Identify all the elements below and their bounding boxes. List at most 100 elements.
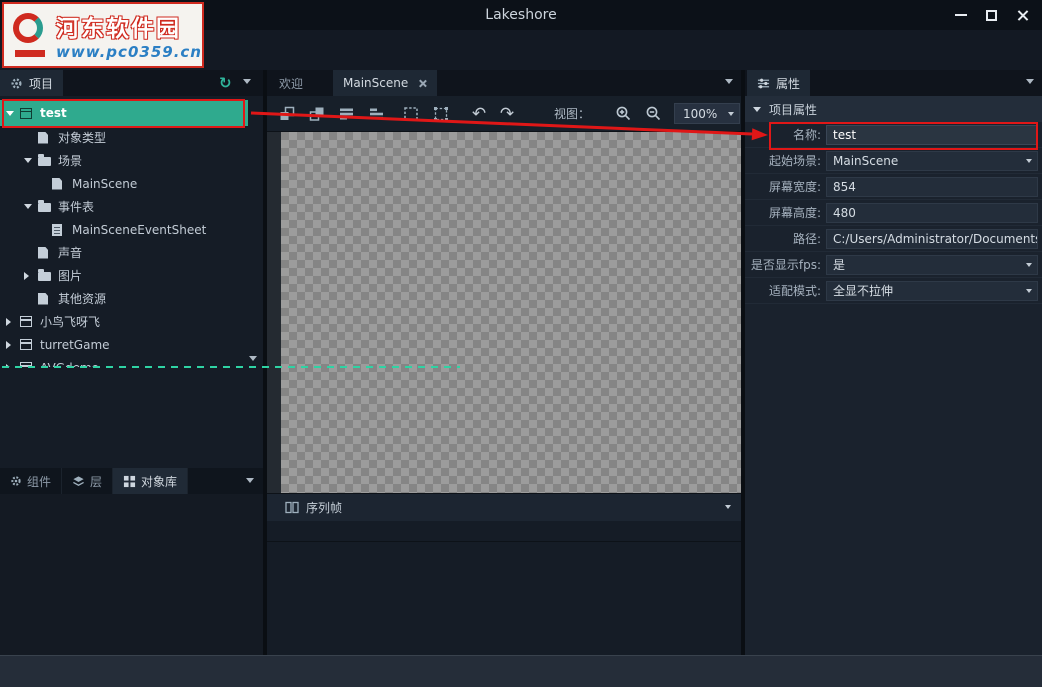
property-row-start-scene: 起始场景: MainScene: [745, 148, 1042, 174]
gear-icon: [11, 77, 22, 89]
minimize-icon: [954, 14, 967, 16]
tree-item-other-resources[interactable]: 其他资源: [0, 287, 248, 310]
close-button[interactable]: [1007, 0, 1038, 30]
tree-item-turretgame[interactable]: turretGame: [0, 333, 248, 356]
window-controls: [945, 0, 1038, 30]
tab-components[interactable]: 组件: [0, 468, 63, 494]
tab-welcome[interactable]: 欢迎: [269, 70, 313, 96]
show-fps-dropdown[interactable]: 是: [826, 254, 1038, 275]
screen-height-field[interactable]: 480: [826, 202, 1038, 223]
tree-scroll-down-icon[interactable]: [249, 356, 257, 361]
tree-item-label: MainScene: [72, 176, 138, 191]
tree-item-label: turretGame: [40, 337, 110, 352]
tab-layers[interactable]: 层: [62, 468, 114, 494]
redo-icon[interactable]: ↷: [496, 103, 518, 125]
tree-item-label: 小鸟飞呀飞: [40, 315, 101, 329]
maximize-button[interactable]: [976, 0, 1007, 30]
tree-item-eventsheets-folder[interactable]: 事件表: [0, 195, 248, 218]
file-icon: [38, 292, 56, 305]
scene-tab-list-dropdown-icon[interactable]: [725, 79, 733, 84]
tree-item-bird-project[interactable]: 小鸟飞呀飞: [0, 310, 248, 333]
logo-site-url: www.pc0359.cn: [56, 43, 202, 61]
caret-down-icon[interactable]: [24, 204, 38, 209]
tree-item-mainscene[interactable]: MainScene: [0, 172, 248, 195]
project-tab-dropdown-icon[interactable]: [243, 79, 251, 84]
frames-dropdown-icon[interactable]: [725, 505, 731, 509]
folder-icon: [38, 154, 56, 166]
screen-width-field[interactable]: 854: [826, 176, 1038, 197]
canvas-area[interactable]: [267, 132, 741, 493]
transparent-canvas[interactable]: [281, 132, 741, 493]
zoom-in-icon[interactable]: [612, 103, 634, 125]
caret-right-icon[interactable]: [24, 271, 38, 280]
property-label: 路径:: [792, 232, 821, 246]
refresh-icon[interactable]: ↻: [219, 73, 232, 93]
frames-divider: [267, 541, 741, 542]
project-icon: [20, 316, 38, 327]
maximize-icon: [986, 9, 997, 21]
tree-item-avgdemo[interactable]: AVGdemo: [0, 356, 248, 367]
caret-right-icon[interactable]: [6, 317, 20, 326]
bring-forward-icon[interactable]: [306, 103, 328, 125]
property-row-name: 名称: test: [745, 122, 1042, 148]
tree-item-images-folder[interactable]: 图片: [0, 264, 248, 287]
send-backward-icon[interactable]: [276, 103, 298, 125]
tab-properties[interactable]: 属性: [747, 70, 811, 96]
folder-icon: [38, 269, 56, 281]
screen-height-value: 480: [833, 205, 856, 220]
start-scene-dropdown[interactable]: MainScene: [826, 150, 1038, 171]
status-bar: [0, 655, 1042, 687]
tree-item-test[interactable]: test: [0, 100, 248, 126]
tab-project[interactable]: 项目: [0, 70, 64, 96]
left-tabs-dropdown-icon[interactable]: [246, 478, 254, 483]
path-field[interactable]: C:/Users/Administrator/Documents/: [826, 228, 1038, 249]
chevron-down-icon: [1026, 158, 1032, 163]
fit-mode-dropdown[interactable]: 全显不拉伸: [826, 280, 1038, 301]
chevron-down-icon: [728, 112, 735, 116]
tab-close-icon[interactable]: [418, 79, 427, 88]
property-label: 起始场景:: [768, 154, 821, 168]
caret-right-icon[interactable]: [6, 363, 20, 367]
align-left-icon[interactable]: [336, 103, 358, 125]
tab-object-library[interactable]: 对象库: [113, 468, 189, 494]
selection-marquee-icon[interactable]: [400, 103, 422, 125]
tabstrip-right: 属性: [745, 70, 1042, 96]
chevron-down-icon: [1026, 288, 1032, 293]
frames-panel-header[interactable]: 序列帧: [267, 493, 741, 521]
path-value: C:/Users/Administrator/Documents/: [833, 231, 1038, 246]
zoom-out-icon[interactable]: [642, 103, 664, 125]
tree-item-object-types[interactable]: 对象类型: [0, 126, 248, 149]
property-row-path: 路径: C:/Users/Administrator/Documents/: [745, 226, 1042, 252]
zoom-level-dropdown[interactable]: 100%: [674, 103, 741, 124]
collapse-icon: [753, 106, 761, 112]
tree-item-scenes-folder[interactable]: 场景: [0, 149, 248, 172]
project-icon: [20, 339, 38, 350]
caret-right-icon[interactable]: [6, 340, 20, 349]
align-right-icon[interactable]: [366, 103, 388, 125]
file-icon: [38, 131, 56, 144]
name-value: test: [833, 127, 857, 142]
undo-icon[interactable]: ↶: [468, 103, 490, 125]
grid-icon: [123, 475, 136, 487]
minimize-button[interactable]: [945, 0, 976, 30]
caret-down-icon[interactable]: [6, 110, 20, 116]
scene-file-icon: [52, 177, 70, 190]
tab-mainscene-label: MainScene: [343, 76, 409, 90]
transform-handles-icon[interactable]: [430, 103, 452, 125]
tab-properties-label: 属性: [776, 76, 801, 91]
properties-section-header[interactable]: 项目属性: [745, 96, 1042, 122]
property-label: 屏幕宽度:: [768, 180, 821, 194]
project-panel: test 对象类型 场景 MainScene 事件表 MainSceneEven…: [0, 96, 263, 655]
frames-panel-label: 序列帧: [306, 501, 343, 515]
project-tree: test 对象类型 场景 MainScene 事件表 MainSceneEven…: [0, 96, 263, 367]
name-input[interactable]: test: [826, 124, 1038, 145]
caret-down-icon[interactable]: [24, 158, 38, 163]
tree-item-sounds[interactable]: 声音: [0, 241, 248, 264]
tree-item-mainscene-eventsheet[interactable]: MainSceneEventSheet: [0, 218, 248, 241]
object-library-body: [0, 494, 263, 655]
property-row-fit-mode: 适配模式: 全显不拉伸: [745, 278, 1042, 304]
tab-mainscene[interactable]: MainScene: [333, 70, 438, 96]
zoom-level-value: 100%: [683, 106, 718, 121]
properties-tab-dropdown-icon[interactable]: [1026, 79, 1034, 84]
tree-item-label: 事件表: [58, 200, 95, 214]
